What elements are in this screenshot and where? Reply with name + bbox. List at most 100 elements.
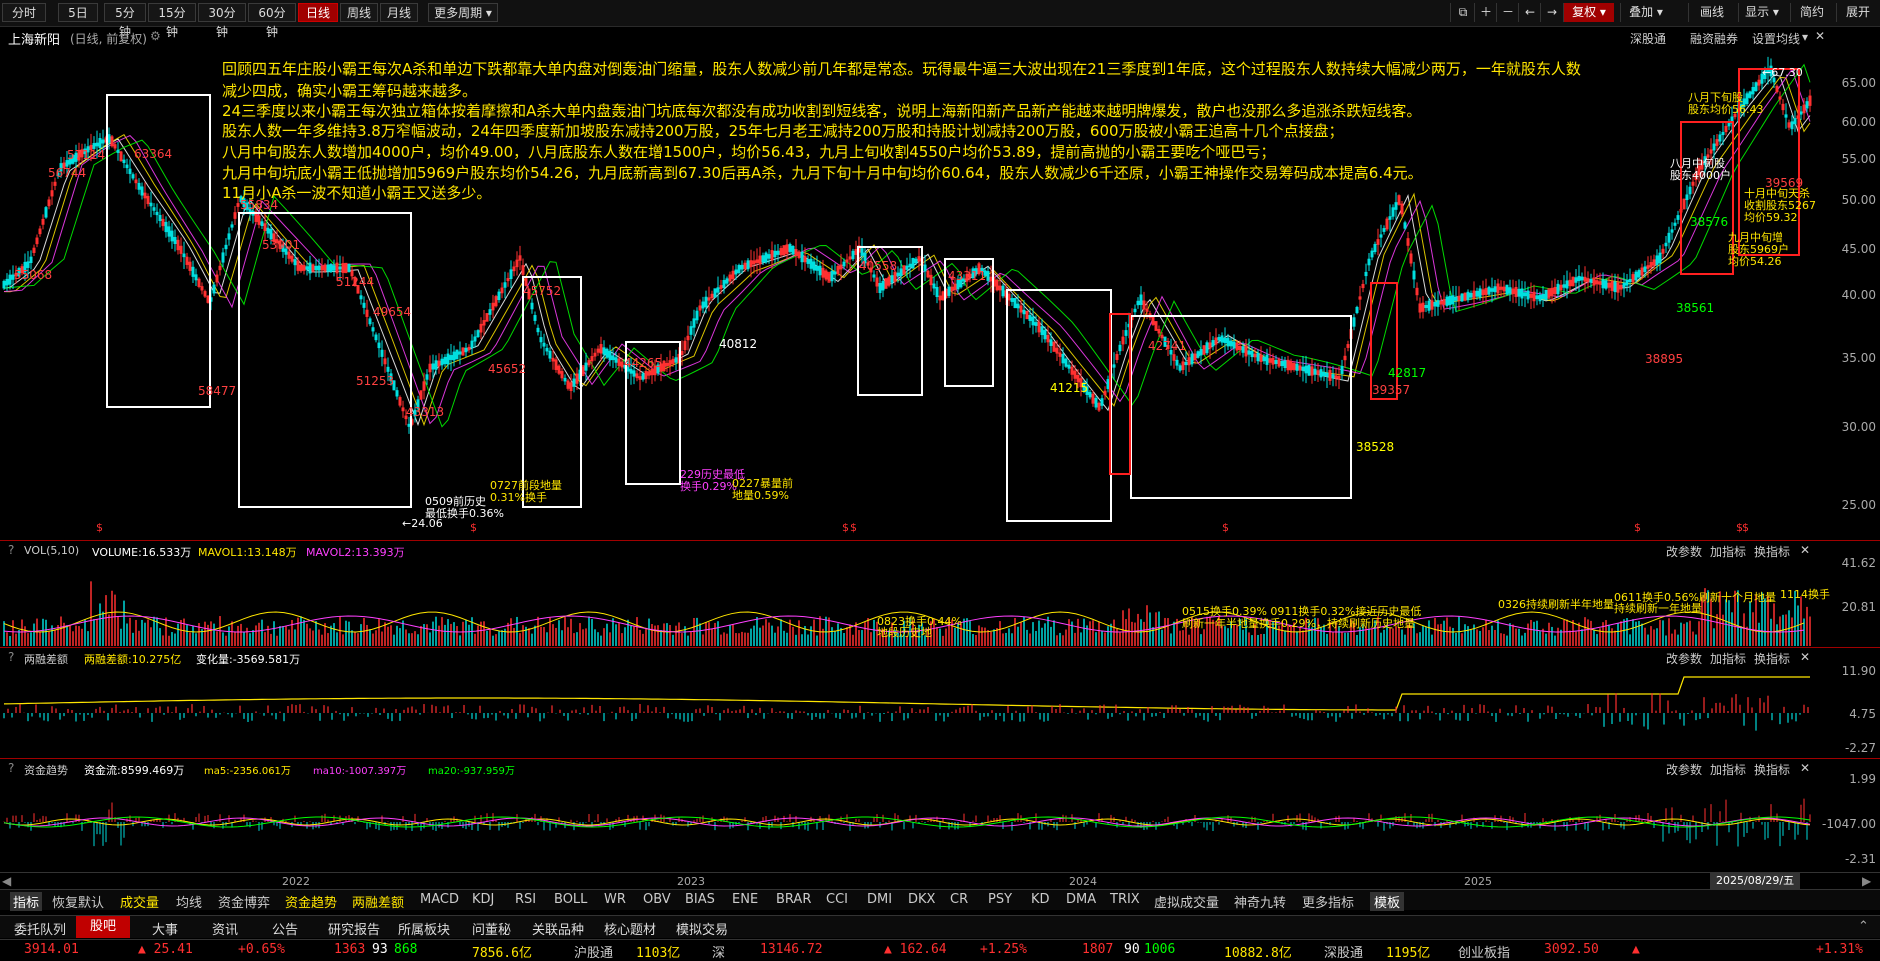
sh-flat-count: 93 — [372, 942, 388, 957]
tab-magic-nine[interactable]: 神奇九转 — [1234, 892, 1286, 911]
candle-body — [1541, 294, 1545, 299]
tab-related[interactable]: 关联品种 — [532, 919, 584, 938]
candle-body — [29, 256, 33, 264]
overlay-button[interactable]: 叠加 ▾ — [1620, 3, 1671, 22]
link-hk-connect[interactable]: 深股通 — [1630, 30, 1666, 47]
sh-percent: +0.65% — [238, 942, 285, 957]
tab-kd[interactable]: KD — [1031, 892, 1050, 907]
minus-icon[interactable]: － — [1496, 3, 1519, 22]
plus-icon[interactable]: ＋ — [1474, 3, 1497, 22]
tab-announcements[interactable]: 公告 — [272, 919, 298, 938]
tab-ene[interactable]: ENE — [732, 892, 758, 907]
candle-body — [1367, 258, 1371, 266]
period-button-15min[interactable]: 15分钟 — [148, 3, 196, 39]
tab-boll[interactable]: BOLL — [554, 892, 587, 907]
tab-dma[interactable]: DMA — [1066, 892, 1096, 907]
close-icon[interactable]: ✕ — [1815, 29, 1825, 43]
arrow-left-icon[interactable]: ← — [1518, 3, 1541, 22]
tab-indicators[interactable]: 指标 — [10, 892, 43, 911]
window-icon[interactable]: ⧉ — [1450, 3, 1475, 22]
tab-virtual-volume[interactable]: 虚拟成交量 — [1154, 892, 1219, 911]
candle-body — [1565, 280, 1569, 289]
candle-body — [1448, 295, 1452, 306]
display-button[interactable]: 显示 ▾ — [1738, 3, 1785, 22]
adjust-button[interactable]: 复权 ▾ — [1563, 3, 1614, 22]
gear-icon[interactable]: ⚙ — [150, 29, 161, 43]
period-button-5day[interactable]: 5日 — [58, 3, 98, 22]
tab-core-themes[interactable]: 核心题材 — [604, 919, 656, 938]
tab-events[interactable]: 大事 — [152, 919, 178, 938]
up-arrow-icon: ▲ — [1632, 942, 1640, 957]
candle-body — [830, 270, 834, 282]
draw-line-button[interactable]: 画线 — [1688, 3, 1735, 22]
highlight-box-red — [1109, 313, 1131, 475]
tab-restore-default[interactable]: 恢复默认 — [52, 892, 104, 911]
link-margin[interactable]: 融资融券 — [1690, 30, 1738, 47]
stock-name: 上海新阳 — [8, 33, 61, 48]
link-ma-settings[interactable]: 设置均线 — [1752, 30, 1800, 47]
tab-ask-secretary[interactable]: 问董秘 — [472, 919, 511, 938]
tab-news[interactable]: 资讯 — [212, 919, 238, 938]
period-button-5min[interactable]: 5分钟 — [104, 3, 146, 39]
candle-body — [1670, 229, 1674, 233]
highlight-box-red — [1680, 121, 1734, 275]
arrow-right-icon[interactable]: → — [1540, 3, 1563, 22]
candle-body — [449, 355, 453, 360]
tab-volume[interactable]: 成交量 — [120, 892, 159, 911]
candle-body — [1412, 270, 1416, 280]
chevron-down-icon[interactable]: ▾ — [1802, 30, 1808, 44]
highlight-box — [106, 94, 211, 408]
period-button-daily[interactable]: 日线 — [298, 3, 338, 22]
price-point-label: 42741 — [1148, 339, 1187, 353]
tab-macd[interactable]: MACD — [420, 892, 459, 907]
tab-ma[interactable]: 均线 — [176, 892, 202, 911]
tab-cci[interactable]: CCI — [826, 892, 848, 907]
tab-sim-trading[interactable]: 模拟交易 — [676, 919, 728, 938]
price-point-label: 40812 — [719, 337, 758, 351]
candle-body — [1520, 288, 1524, 299]
signal-marker: $ — [1634, 521, 1641, 534]
tab-dkx[interactable]: DKX — [908, 892, 935, 907]
tab-kdj[interactable]: KDJ — [472, 892, 494, 907]
candle-body — [1577, 275, 1581, 282]
year-label: 2023 — [677, 875, 705, 888]
tab-margin[interactable]: 两融差额 — [352, 892, 404, 911]
tab-obv[interactable]: OBV — [643, 892, 671, 907]
period-button-weekly[interactable]: 周线 — [340, 3, 378, 22]
annotation-line: 股东人数一年多维持3.8万窄幅波动，24年四季度新加坡股东减持200万股，25年… — [222, 122, 1344, 140]
tab-dmi[interactable]: DMI — [867, 892, 892, 907]
tab-sectors[interactable]: 所属板块 — [398, 919, 450, 938]
tab-cr[interactable]: CR — [950, 892, 968, 907]
tab-research[interactable]: 研究报告 — [328, 919, 380, 938]
tab-psy[interactable]: PSY — [988, 892, 1012, 907]
tab-rsi[interactable]: RSI — [515, 892, 536, 907]
candle-body — [503, 282, 507, 288]
tab-brar[interactable]: BRAR — [776, 892, 811, 907]
period-button-fenshi[interactable]: 分时 — [2, 3, 46, 22]
scroll-left-icon[interactable]: ◀ — [2, 874, 11, 888]
tab-order-queue[interactable]: 委托队列 — [14, 919, 66, 938]
tab-forum[interactable]: 股吧 — [76, 916, 131, 938]
period-button-monthly[interactable]: 月线 — [380, 3, 418, 22]
price-note: 九月中旬增 股东5969户 均价54.26 — [1728, 231, 1789, 268]
year-label: 2024 — [1069, 875, 1097, 888]
period-button-more[interactable]: 更多周期 ▾ — [428, 3, 498, 22]
period-button-60min[interactable]: 60分钟 — [248, 3, 296, 39]
period-button-30min[interactable]: 30分钟 — [198, 3, 246, 39]
chevron-up-icon[interactable]: ⌃ — [1858, 919, 1869, 934]
tab-wr[interactable]: WR — [604, 892, 626, 907]
simple-button[interactable]: 简约 — [1790, 3, 1833, 22]
sh-change: ▲ 25.41 — [138, 942, 193, 957]
candle-body — [455, 349, 459, 360]
tab-bias[interactable]: BIAS — [685, 892, 715, 907]
tab-template[interactable]: 模板 — [1370, 892, 1405, 911]
tab-fund-trend[interactable]: 资金趋势 — [285, 892, 337, 911]
tab-trix[interactable]: TRIX — [1110, 892, 1140, 907]
price-note: 0227暴量前 地量0.59% — [732, 477, 793, 502]
expand-button[interactable]: 展开 — [1836, 3, 1879, 22]
tab-fund-game[interactable]: 资金博弈 — [218, 892, 270, 911]
candle-body — [740, 264, 744, 270]
tab-more-indicators[interactable]: 更多指标 — [1302, 892, 1354, 911]
price-tick: 55.00 — [1841, 152, 1876, 166]
scroll-right-icon[interactable]: ▶ — [1862, 874, 1871, 888]
